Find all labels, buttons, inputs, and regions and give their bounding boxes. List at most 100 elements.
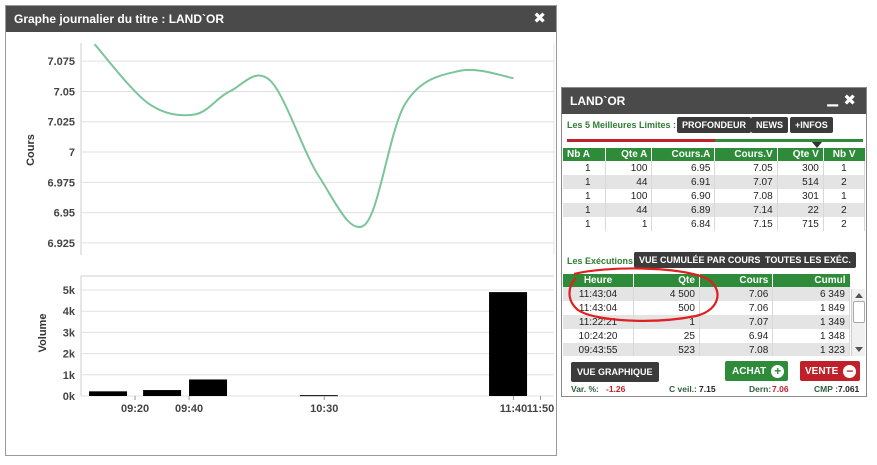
vue-graphique-button[interactable]: VUE GRAPHIQUE [571,362,659,382]
cell-nb-a: 1 [563,203,606,217]
scroll-up-icon[interactable] [855,293,863,298]
cell-cours-a: 6.89 [651,203,716,217]
cell-nb-v: 1 [823,189,866,203]
volume-bar [299,395,338,397]
price-tick-label: 6.95 [54,208,75,220]
cell-cumul: 1 349 [772,315,850,329]
var-label: Var. %: [571,384,599,394]
table-row[interactable]: 11:43:04 4 500 7.06 6 349 [563,287,850,301]
dern-value: 7.06 [772,384,789,394]
executions-table-wrap[interactable]: Heure Qte Cours Cumul 11:43:04 4 500 7.0… [563,274,865,356]
table-row[interactable]: 1 44 6.89 7.14 22 2 [563,203,866,217]
cell-cours-v: 7.07 [714,175,778,189]
exec-header-qte[interactable]: Qte [633,274,700,287]
cell-heure: 11:43:04 [563,301,634,315]
exec-header-heure[interactable]: Heure [563,274,634,287]
cell-nb-v: 2 [823,203,866,217]
table-row[interactable]: 1 1 6.84 7.15 715 2 [563,217,866,231]
cell-cours-a: 6.95 [651,161,716,175]
achat-button[interactable]: ACHAT + [725,361,789,381]
panel-titlebar[interactable]: LAND`OR ▁ ✖ [562,88,866,114]
volume-bar [89,391,128,396]
time-tick-label: 11:40 [500,403,528,415]
volume-chart: 5k 4k 3k 2k 1k 0k Volume 09:20 09:40 10:30 11:40… [6,268,556,428]
orderbook-header-qte-a[interactable]: Qte A [605,148,653,161]
cell-cours: 6.94 [699,329,774,343]
orderbook-header-nb-a[interactable]: Nb A [563,148,606,161]
orderbook-table-wrap: Nb A Qte A Cours.A Cours.V Qte V Nb V 1 … [563,148,866,231]
cell-qte-v: 301 [777,189,824,203]
table-row[interactable]: 1 100 6.90 7.08 301 1 [563,189,866,203]
chart-window-titlebar[interactable]: Graphe journalier du titre : LAND`OR ✖ [6,6,556,32]
minimize-icon[interactable]: ▁ [827,90,838,107]
cell-nb-a: 1 [563,189,606,203]
var-value: -1.26 [606,384,626,394]
cell-heure: 11:43:04 [563,287,634,301]
cell-cours-v: 7.05 [714,161,778,175]
scrollbar-thumb[interactable] [853,301,865,323]
close-icon[interactable]: ✖ [843,91,856,109]
table-row[interactable]: 09:43:55 523 7.08 1 323 [563,343,850,356]
panel-footer: Var. %: -1.26 C veil.: 7.15 Dern: 7.06 C… [566,384,864,396]
volume-y-axis-label: Volume [37,314,49,353]
toutes-executions-button[interactable]: TOUTES LES EXÉC. [760,252,856,268]
cell-nb-a: 1 [563,175,606,189]
cell-nb-a: 1 [563,161,606,175]
executions-table: Heure Qte Cours Cumul 11:43:04 4 500 7.0… [563,274,850,356]
profondeur-button[interactable]: PROFONDEUR [677,117,752,133]
volume-bar [189,379,228,396]
cell-cours: 7.08 [699,343,774,356]
cell-nb-v: 2 [823,175,866,189]
time-tick-label: 09:20 [121,403,149,415]
executions-label: Les Exécutions: [567,256,637,266]
infos-button[interactable]: +INFOS [790,117,833,133]
instrument-panel: LAND`OR ▁ ✖ Les 5 Meilleures Limites : P… [561,87,867,397]
cell-cours-a: 6.90 [651,189,716,203]
cell-qte: 25 [633,329,700,343]
cell-cours: 7.06 [699,301,774,315]
volume-tick-label: 0k [63,391,76,403]
limites-bar: Les 5 Meilleures Limites : PROFONDEUR NE… [567,117,863,135]
achat-label: ACHAT [732,365,767,377]
cell-qte-a: 44 [605,203,653,217]
cveil-label: C veil.: [669,384,697,394]
table-row[interactable]: 11:43:04 500 7.06 1 849 [563,301,850,315]
exec-header-cours[interactable]: Cours [699,274,774,287]
cell-cumul: 1 323 [772,343,850,356]
table-row[interactable]: 11:22:21 1 7.07 1 349 [563,315,850,329]
price-tick-label: 7.05 [54,86,75,98]
cell-qte-a: 100 [605,161,653,175]
volume-tick-label: 2k [63,349,76,361]
orderbook-header-cours-v[interactable]: Cours.V [714,148,778,161]
vente-button[interactable]: VENTE − [800,361,861,381]
table-row[interactable]: 1 100 6.95 7.05 300 1 [563,161,866,175]
cell-cumul: 6 349 [772,287,850,301]
plus-circle-icon: + [771,364,785,378]
vue-cumulee-button[interactable]: VUE CUMULÉE PAR COURS [634,252,766,268]
scroll-down-icon[interactable] [855,347,863,352]
cell-qte-a: 100 [605,189,653,203]
table-row[interactable]: 1 44 6.91 7.07 514 2 [563,175,866,189]
panel-title: LAND`OR [570,94,626,108]
cmp-value: 7.061 [838,384,860,394]
chart-window: Graphe journalier du titre : LAND`OR ✖ 7… [5,5,557,456]
volume-tick-label: 3k [63,327,76,339]
cell-cours-v: 7.15 [714,217,778,231]
cell-qte-a: 44 [605,175,653,189]
news-button[interactable]: NEWS [751,117,788,133]
price-tick-label: 7 [69,147,75,159]
exec-header-cumul[interactable]: Cumul [772,274,850,287]
orderbook-header-cours-a[interactable]: Cours.A [651,148,716,161]
volume-tick-label: 1k [63,370,76,382]
table-row[interactable]: 10:24:20 25 6.94 1 348 [563,329,850,343]
executions-scrollbar[interactable] [851,289,865,356]
dern-label: Dern: [749,384,772,394]
price-tick-label: 6.975 [47,177,75,189]
orderbook-table: Nb A Qte A Cours.A Cours.V Qte V Nb V 1 … [563,148,866,231]
cell-cours-v: 7.08 [714,189,778,203]
orderbook-header-nb-v[interactable]: Nb V [823,148,865,161]
cell-heure: 11:22:21 [563,315,634,329]
cveil-value: 7.15 [699,384,716,394]
close-icon[interactable]: ✖ [533,9,546,27]
orderbook-header-qte-v[interactable]: Qte V [777,148,824,161]
